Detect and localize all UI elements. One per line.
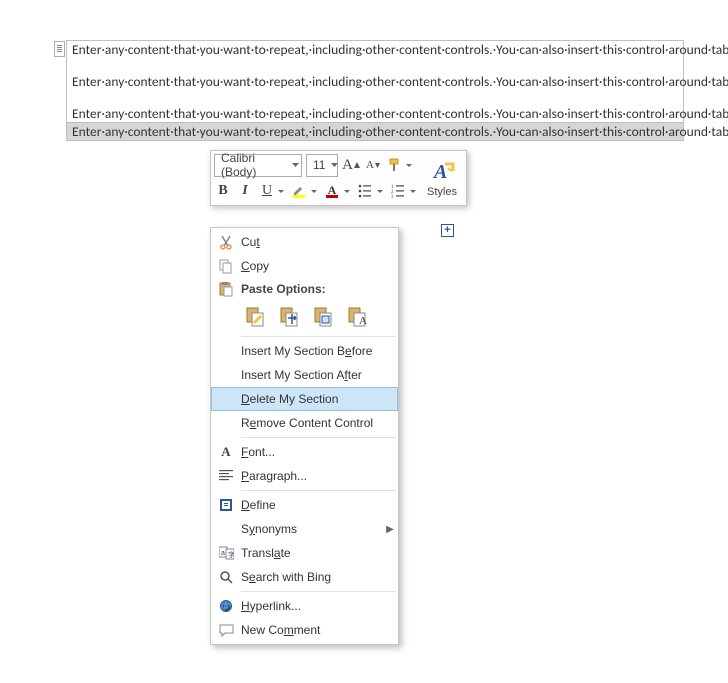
font-size-value: 11 [307,158,331,172]
bold-button[interactable]: B [214,180,232,202]
comment-icon [211,624,241,637]
grow-font-button[interactable]: A [342,154,360,176]
paragraph-icon [211,470,241,482]
menu-define[interactable]: Define [211,493,398,517]
paste-keep-source-button[interactable] [241,303,269,331]
menu-divider [241,437,396,438]
document-table[interactable]: Enter·any·content·that·you·want·to·repea… [66,40,684,141]
font-name-combo[interactable]: Calibri (Body) [214,154,302,177]
menu-divider [241,591,396,592]
svg-text:A: A [328,183,337,197]
mini-toolbar: Calibri (Body) 11 A A [210,150,467,206]
bullets-icon [358,184,372,198]
table-cell-selected[interactable]: Enter·any·content·that·you·want·to·repea… [67,122,683,140]
paste-options-row: A [211,300,398,334]
styles-label: Styles [427,186,457,198]
menu-hyperlink[interactable]: Hyperlink... [211,594,398,618]
menu-synonyms[interactable]: Synonyms ▶ [211,517,398,541]
cut-icon [211,234,241,250]
paste-text-only-button[interactable]: A [343,303,371,331]
paragraph[interactable]: Enter·any·content·that·you·want·to·repea… [72,124,678,140]
svg-text:A: A [359,315,367,327]
paste-merge-button[interactable] [275,303,303,331]
numbering-button[interactable]: 1 2 3 [388,180,417,202]
clipboard-text-icon: A [346,306,368,328]
submenu-arrow-icon: ▶ [382,524,398,535]
chevron-down-icon [289,155,301,176]
table-cell[interactable]: Enter·any·content·that·you·want·to·repea… [67,41,683,122]
menu-insert-section-after[interactable]: Insert My Section After [211,363,398,387]
format-painter-button[interactable] [386,154,413,176]
bullets-button[interactable] [355,180,384,202]
italic-button[interactable]: I [236,180,254,202]
paste-picture-button[interactable] [309,303,337,331]
underline-button[interactable]: U [258,180,285,202]
translate-icon: a字 [211,546,241,560]
chevron-down-icon [331,155,338,176]
numbering-icon: 1 2 3 [391,184,405,198]
highlight-icon [291,183,307,199]
menu-delete-section[interactable]: Delete My Section [211,387,398,411]
menu-paragraph[interactable]: Paragraph... [211,464,398,488]
paragraph[interactable]: Enter·any·content·that·you·want·to·repea… [72,74,678,90]
clipboard-brush-icon [244,306,266,328]
context-menu: Cut Copy Paste Options: A Insert My Sect… [210,227,399,645]
paste-options-label: Paste Options: [211,278,398,300]
svg-text:3: 3 [391,195,394,198]
menu-insert-section-before[interactable]: Insert My Section Before [211,339,398,363]
font-name-value: Calibri (Body) [215,151,289,179]
copy-icon [211,258,241,274]
highlight-button[interactable] [289,180,318,202]
menu-font[interactable]: A Font... [211,440,398,464]
add-row-button[interactable]: + [441,224,454,237]
menu-divider [241,490,396,491]
menu-cut[interactable]: Cut [211,230,398,254]
clipboard-picture-icon [312,306,334,328]
svg-text:a: a [221,550,225,557]
font-icon: A [211,444,241,460]
clipboard-merge-icon [278,306,300,328]
shrink-font-button[interactable]: A [364,154,382,176]
paragraph[interactable]: Enter·any·content·that·you·want·to·repea… [72,106,678,122]
styles-button[interactable]: A Styles [421,153,463,203]
svg-text:字: 字 [228,550,234,559]
menu-remove-content-control[interactable]: Remove Content Control [211,411,398,435]
menu-new-comment[interactable]: New Comment [211,618,398,642]
hyperlink-icon [211,599,241,613]
menu-copy[interactable]: Copy [211,254,398,278]
font-size-combo[interactable]: 11 [306,154,338,177]
menu-search-bing[interactable]: Search with Bing [211,565,398,589]
font-color-icon: A [324,183,340,199]
menu-divider [241,336,396,337]
format-painter-icon [387,157,403,173]
content-control-handle[interactable] [54,41,65,57]
paragraph[interactable]: Enter·any·content·that·you·want·to·repea… [72,42,678,58]
define-icon [211,498,241,512]
styles-icon: A [428,158,456,186]
paste-icon [211,281,241,297]
font-color-button[interactable]: A [322,180,351,202]
search-icon [211,570,241,584]
menu-translate[interactable]: a字 Translate [211,541,398,565]
